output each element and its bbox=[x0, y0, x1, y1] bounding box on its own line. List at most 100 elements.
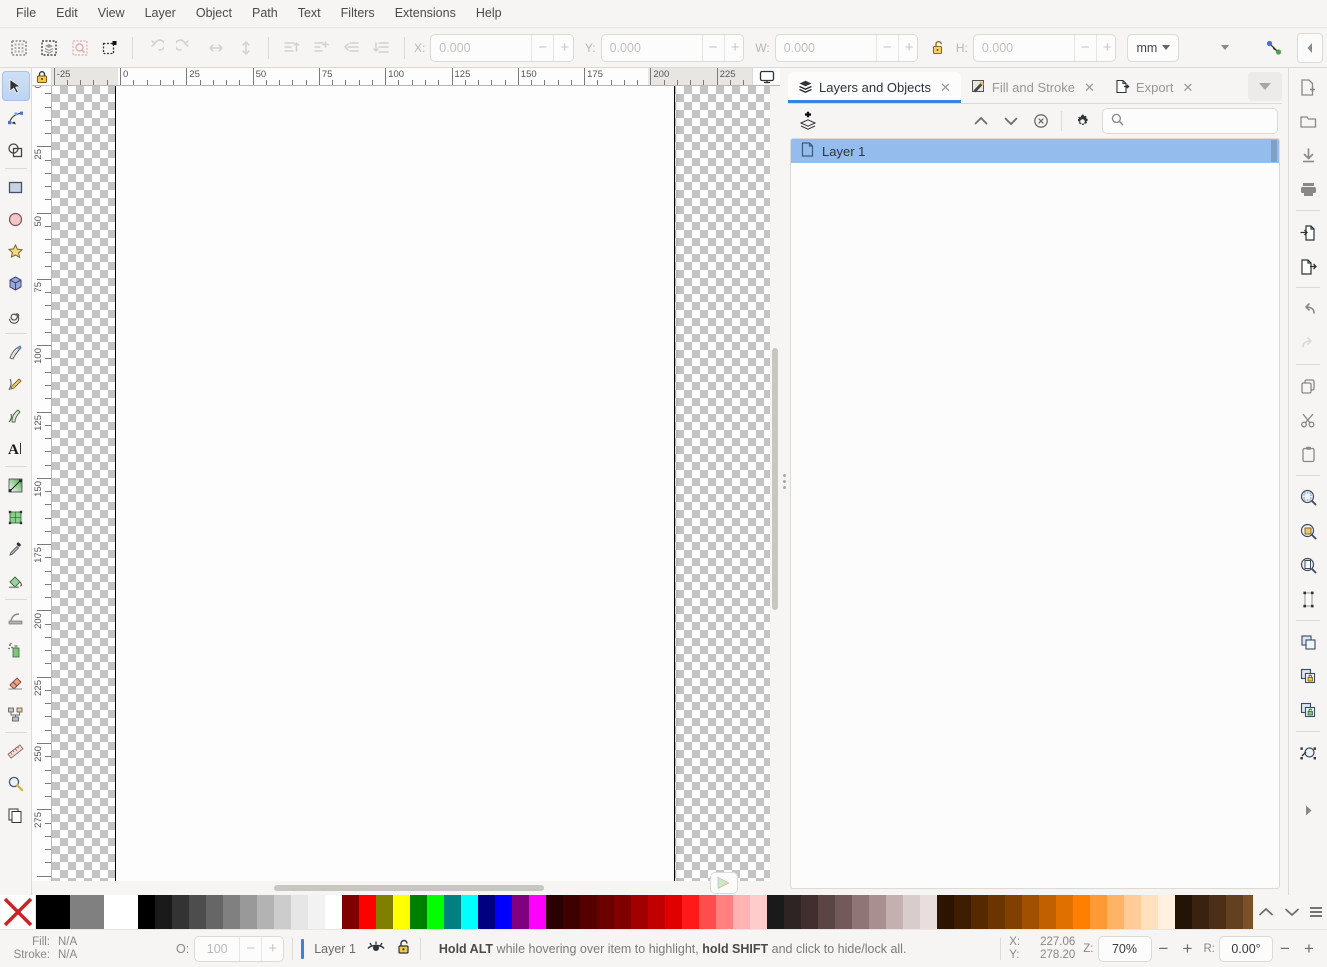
document-page[interactable] bbox=[116, 86, 674, 881]
dock-tab-overflow-button[interactable] bbox=[1248, 72, 1282, 101]
menu-object[interactable]: Object bbox=[186, 3, 242, 24]
palette-swatch[interactable] bbox=[376, 895, 393, 929]
palette-swatch[interactable] bbox=[427, 895, 444, 929]
palette-swatch[interactable] bbox=[1107, 895, 1124, 929]
palette-swatch[interactable] bbox=[614, 895, 631, 929]
h-spinbox[interactable]: − + bbox=[972, 33, 1117, 62]
palette-swatch[interactable] bbox=[971, 895, 988, 929]
palette-swatch[interactable] bbox=[206, 895, 223, 929]
snap-panel-toggle[interactable] bbox=[1297, 32, 1323, 63]
palette-swatch[interactable] bbox=[308, 895, 325, 929]
palette-swatch[interactable] bbox=[291, 895, 308, 929]
open-document-button[interactable] bbox=[1293, 106, 1323, 136]
palette-swatch[interactable] bbox=[835, 895, 852, 929]
palette-swatch[interactable] bbox=[937, 895, 954, 929]
palette-swatch[interactable] bbox=[682, 895, 699, 929]
zoom-increment-button[interactable]: + bbox=[1176, 939, 1200, 959]
palette-swatch[interactable] bbox=[138, 895, 155, 929]
palette-swatch[interactable] bbox=[580, 895, 597, 929]
layer-list[interactable]: Layer 1 bbox=[790, 138, 1280, 889]
select-all-button[interactable] bbox=[4, 33, 34, 63]
star-tool[interactable] bbox=[2, 236, 30, 266]
lock-open-icon[interactable] bbox=[396, 938, 412, 959]
paintbucket-tool[interactable] bbox=[2, 566, 30, 596]
palette-swatch[interactable] bbox=[699, 895, 716, 929]
horizontal-ruler[interactable]: -25 0 25 50 75 100 125 150 175 200 225 bbox=[52, 68, 752, 86]
palette-swatch[interactable] bbox=[461, 895, 478, 929]
rotate-cw-button[interactable] bbox=[170, 33, 200, 63]
layer-drag-handle[interactable] bbox=[1271, 140, 1277, 162]
delete-layer-button[interactable] bbox=[1027, 108, 1055, 134]
ruler-lock-button[interactable] bbox=[32, 68, 52, 86]
x-increment[interactable]: + bbox=[553, 34, 573, 61]
opacity-increment[interactable]: + bbox=[261, 936, 283, 961]
rotation-spinbox[interactable]: 0.00° bbox=[1219, 935, 1273, 962]
cut-button[interactable] bbox=[1293, 405, 1323, 435]
copy-button[interactable] bbox=[1293, 371, 1323, 401]
add-layer-button[interactable] bbox=[792, 108, 826, 134]
palette-swatch[interactable] bbox=[223, 895, 240, 929]
palette-swatch[interactable] bbox=[852, 895, 869, 929]
palette-swatch[interactable] bbox=[954, 895, 971, 929]
commandbar-overflow-button[interactable] bbox=[1293, 795, 1323, 825]
palette-scroll-up-button[interactable] bbox=[1253, 895, 1279, 929]
palette-swatch[interactable] bbox=[869, 895, 886, 929]
palette-swatch[interactable] bbox=[495, 895, 512, 929]
palette-swatch[interactable] bbox=[648, 895, 665, 929]
palette-swatch[interactable] bbox=[1056, 895, 1073, 929]
tab-fill-and-stroke[interactable]: Fill and Stroke ✕ bbox=[961, 72, 1105, 103]
node-tool[interactable] bbox=[2, 103, 30, 133]
palette-swatch[interactable] bbox=[1073, 895, 1090, 929]
zoom-selection-button[interactable] bbox=[1293, 482, 1323, 512]
tab-export[interactable]: Export ✕ bbox=[1105, 72, 1203, 103]
palette-swatch[interactable] bbox=[512, 895, 529, 929]
eraser-tool[interactable] bbox=[2, 667, 30, 697]
rotate-ccw-button[interactable] bbox=[140, 33, 170, 63]
3dbox-tool[interactable] bbox=[2, 268, 30, 298]
menu-edit[interactable]: Edit bbox=[46, 3, 88, 24]
import-button[interactable] bbox=[1293, 217, 1323, 247]
palette-swatch[interactable] bbox=[257, 895, 274, 929]
palette-color-strip[interactable] bbox=[138, 895, 1253, 929]
rotate-selection-button[interactable] bbox=[96, 33, 126, 63]
calligraphy-tool[interactable] bbox=[2, 401, 30, 431]
mesh-tool[interactable] bbox=[2, 502, 30, 532]
palette-swatch[interactable] bbox=[325, 895, 342, 929]
palette-swatch[interactable] bbox=[1175, 895, 1192, 929]
palette-swatch[interactable] bbox=[410, 895, 427, 929]
redo-button[interactable] bbox=[1293, 328, 1323, 358]
menu-path[interactable]: Path bbox=[242, 3, 288, 24]
w-decrement[interactable]: − bbox=[875, 34, 898, 61]
palette-swatch[interactable] bbox=[1226, 895, 1243, 929]
palette-swatch[interactable] bbox=[444, 895, 461, 929]
palette-swatch[interactable] bbox=[1022, 895, 1039, 929]
ellipse-tool[interactable] bbox=[2, 204, 30, 234]
close-icon[interactable]: ✕ bbox=[940, 80, 951, 96]
desk-toggle-button[interactable] bbox=[752, 68, 780, 86]
zoom-spinbox[interactable]: 70% bbox=[1097, 935, 1152, 962]
x-input[interactable] bbox=[431, 34, 532, 61]
palette-swatch[interactable] bbox=[716, 895, 733, 929]
ungroup-button[interactable] bbox=[1293, 695, 1323, 725]
pencil-tool[interactable] bbox=[2, 369, 30, 399]
export-button[interactable] bbox=[1293, 251, 1323, 281]
vertical-ruler[interactable]: 0 25 50 75 100 125 150 175 200 225 250 275 bbox=[32, 86, 52, 881]
w-increment[interactable]: + bbox=[897, 34, 918, 61]
lock-aspect-ratio-button[interactable] bbox=[923, 33, 953, 63]
menu-view[interactable]: View bbox=[88, 3, 135, 24]
palette-swatch[interactable] bbox=[529, 895, 546, 929]
menu-text[interactable]: Text bbox=[288, 3, 331, 24]
lower-to-bottom-button[interactable] bbox=[367, 33, 397, 63]
rectangle-tool[interactable] bbox=[2, 172, 30, 202]
palette-swatch[interactable] bbox=[155, 895, 172, 929]
dropper-tool[interactable] bbox=[2, 534, 30, 564]
connector-tool[interactable] bbox=[2, 699, 30, 729]
palette-none-swatch[interactable] bbox=[0, 895, 36, 929]
palette-scroll-down-button[interactable] bbox=[1279, 895, 1305, 929]
canvas-vertical-scrollbar[interactable] bbox=[770, 86, 780, 881]
x-decrement[interactable]: − bbox=[531, 34, 553, 61]
h-increment[interactable]: + bbox=[1095, 34, 1116, 61]
palette-swatch[interactable] bbox=[920, 895, 937, 929]
boolean-tool[interactable] bbox=[2, 135, 30, 165]
selector-tool[interactable] bbox=[1, 71, 30, 101]
